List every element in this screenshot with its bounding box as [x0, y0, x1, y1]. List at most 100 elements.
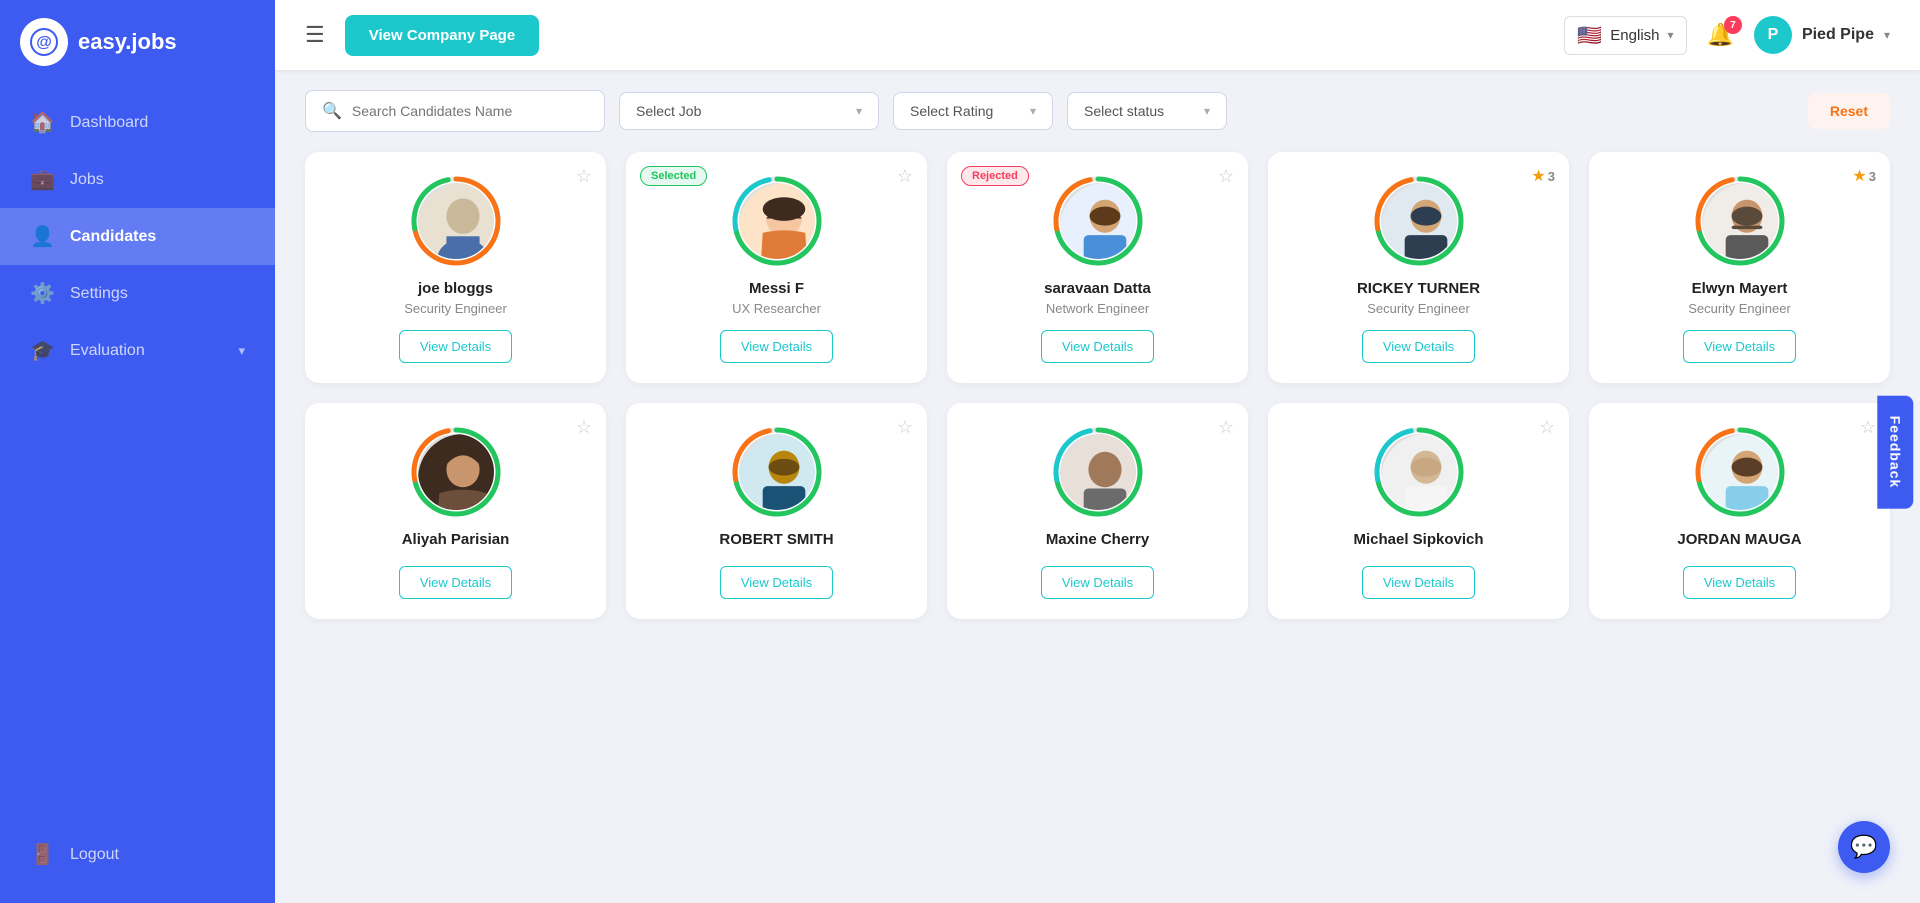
candidate-role: Security Engineer — [1688, 301, 1791, 316]
sidebar-item-dashboard[interactable]: 🏠 Dashboard — [0, 94, 275, 151]
star-rating: ★ 3 — [1531, 166, 1555, 186]
favorite-star[interactable]: ☆ — [1218, 417, 1234, 438]
search-icon: 🔍 — [322, 101, 342, 121]
notification-badge: 7 — [1724, 16, 1742, 34]
reset-button[interactable]: Reset — [1808, 93, 1890, 129]
user-menu-chevron: ▾ — [1884, 28, 1890, 42]
avatar — [1702, 434, 1778, 510]
chat-button[interactable]: 💬 — [1838, 821, 1890, 873]
select-status-dropdown[interactable]: Select status ▾ — [1067, 92, 1227, 130]
user-info[interactable]: P Pied Pipe ▾ — [1754, 16, 1890, 54]
settings-icon: ⚙️ — [30, 281, 54, 306]
candidate-card: ★ 3 RICKEY TURNER Security Engineer View… — [1268, 152, 1569, 383]
chevron-down-icon: ▾ — [1668, 28, 1674, 42]
avatar-ring — [1374, 176, 1464, 266]
view-details-button[interactable]: View Details — [1041, 566, 1154, 599]
star-icon: ★ — [1531, 166, 1545, 186]
star-count: 3 — [1869, 169, 1876, 184]
svg-text:@: @ — [36, 34, 52, 51]
search-input[interactable] — [352, 103, 588, 119]
candidate-card: ☆ Aliyah Parisian View Details — [305, 403, 606, 619]
avatar-ring — [1374, 427, 1464, 517]
candidates-icon: 👤 — [30, 224, 54, 249]
view-details-button[interactable]: View Details — [1683, 330, 1796, 363]
favorite-star[interactable]: ☆ — [576, 166, 592, 187]
view-details-button[interactable]: View Details — [1362, 566, 1475, 599]
avatar — [739, 183, 815, 259]
view-details-button[interactable]: View Details — [1041, 330, 1154, 363]
jobs-icon: 💼 — [30, 167, 54, 192]
chevron-down-icon: ▾ — [856, 104, 862, 118]
candidate-name: Aliyah Parisian — [402, 531, 510, 548]
dashboard-icon: 🏠 — [30, 110, 54, 135]
candidate-name: joe bloggs — [418, 280, 493, 297]
sidebar-label-evaluation: Evaluation — [70, 342, 145, 360]
favorite-star[interactable]: ☆ — [897, 166, 913, 187]
candidate-name: Maxine Cherry — [1046, 531, 1149, 548]
star-count: 3 — [1548, 169, 1555, 184]
candidate-card: ☆ ROBERT SMITH View Details — [626, 403, 927, 619]
star-rating: ★ 3 — [1852, 166, 1876, 186]
favorite-star[interactable]: ☆ — [576, 417, 592, 438]
candidates-grid-row2: ☆ Aliyah Parisian View Details ☆ ROBERT … — [305, 403, 1890, 619]
notification-bell[interactable]: 🔔 7 — [1707, 22, 1734, 48]
view-details-button[interactable]: View Details — [399, 566, 512, 599]
avatar: P — [1754, 16, 1792, 54]
sidebar-label-jobs: Jobs — [70, 171, 104, 189]
candidate-name: Michael Sipkovich — [1353, 531, 1483, 548]
avatar — [739, 434, 815, 510]
candidate-role: UX Researcher — [732, 301, 821, 316]
logo-text: easy.jobs — [78, 29, 177, 55]
favorite-star[interactable]: ☆ — [1860, 417, 1876, 438]
main-area: ☰ View Company Page 🇺🇸 English ▾ 🔔 7 P P… — [275, 0, 1920, 903]
avatar-ring — [732, 176, 822, 266]
language-selector[interactable]: 🇺🇸 English ▾ — [1564, 16, 1686, 55]
avatar — [1381, 183, 1457, 259]
chevron-down-icon: ▾ — [1204, 104, 1210, 118]
star-icon: ★ — [1852, 166, 1866, 186]
sidebar-item-logout[interactable]: 🚪 Logout — [0, 826, 275, 883]
view-details-button[interactable]: View Details — [720, 330, 833, 363]
menu-icon[interactable]: ☰ — [305, 22, 325, 48]
flag-icon: 🇺🇸 — [1577, 23, 1602, 48]
sidebar-label-candidates: Candidates — [70, 228, 156, 246]
sidebar-label-dashboard: Dashboard — [70, 114, 148, 132]
candidate-role: Network Engineer — [1046, 301, 1149, 316]
candidates-grid-row1: ☆ joe bloggs Security Engineer View Deta… — [305, 152, 1890, 383]
sidebar-item-jobs[interactable]: 💼 Jobs — [0, 151, 275, 208]
candidate-role: Security Engineer — [1367, 301, 1470, 316]
view-details-button[interactable]: View Details — [720, 566, 833, 599]
view-details-button[interactable]: View Details — [1362, 330, 1475, 363]
sidebar-item-evaluation[interactable]: 🎓 Evaluation ▾ — [0, 322, 275, 379]
favorite-star[interactable]: ☆ — [1539, 417, 1555, 438]
candidate-card: Selected ☆ Messi F UX Researcher View De… — [626, 152, 927, 383]
select-job-dropdown[interactable]: Select Job ▾ — [619, 92, 879, 130]
avatar-ring — [411, 176, 501, 266]
candidate-card: ☆ Maxine Cherry View Details — [947, 403, 1248, 619]
avatar — [1381, 434, 1457, 510]
search-box[interactable]: 🔍 — [305, 90, 605, 132]
candidate-name: saravaan Datta — [1044, 280, 1151, 297]
avatar — [418, 434, 494, 510]
favorite-star[interactable]: ☆ — [897, 417, 913, 438]
view-details-button[interactable]: View Details — [399, 330, 512, 363]
candidate-name: Messi F — [749, 280, 804, 297]
avatar-ring — [1053, 427, 1143, 517]
evaluation-icon: 🎓 — [30, 338, 54, 363]
view-details-button[interactable]: View Details — [1683, 566, 1796, 599]
sidebar-item-settings[interactable]: ⚙️ Settings — [0, 265, 275, 322]
chat-icon: 💬 — [1850, 834, 1877, 860]
user-name: Pied Pipe — [1802, 26, 1874, 44]
favorite-star[interactable]: ☆ — [1218, 166, 1234, 187]
candidate-role: Security Engineer — [404, 301, 507, 316]
status-badge: Selected — [640, 166, 707, 186]
select-rating-dropdown[interactable]: Select Rating ▾ — [893, 92, 1053, 130]
sidebar-item-candidates[interactable]: 👤 Candidates — [0, 208, 275, 265]
view-company-button[interactable]: View Company Page — [345, 15, 539, 56]
candidate-name: JORDAN MAUGA — [1677, 531, 1801, 548]
candidate-name: Elwyn Mayert — [1692, 280, 1788, 297]
feedback-button[interactable]: Feedback — [1878, 395, 1914, 508]
language-label: English — [1610, 27, 1659, 44]
logout-icon: 🚪 — [30, 842, 54, 867]
candidate-name: RICKEY TURNER — [1357, 280, 1480, 297]
